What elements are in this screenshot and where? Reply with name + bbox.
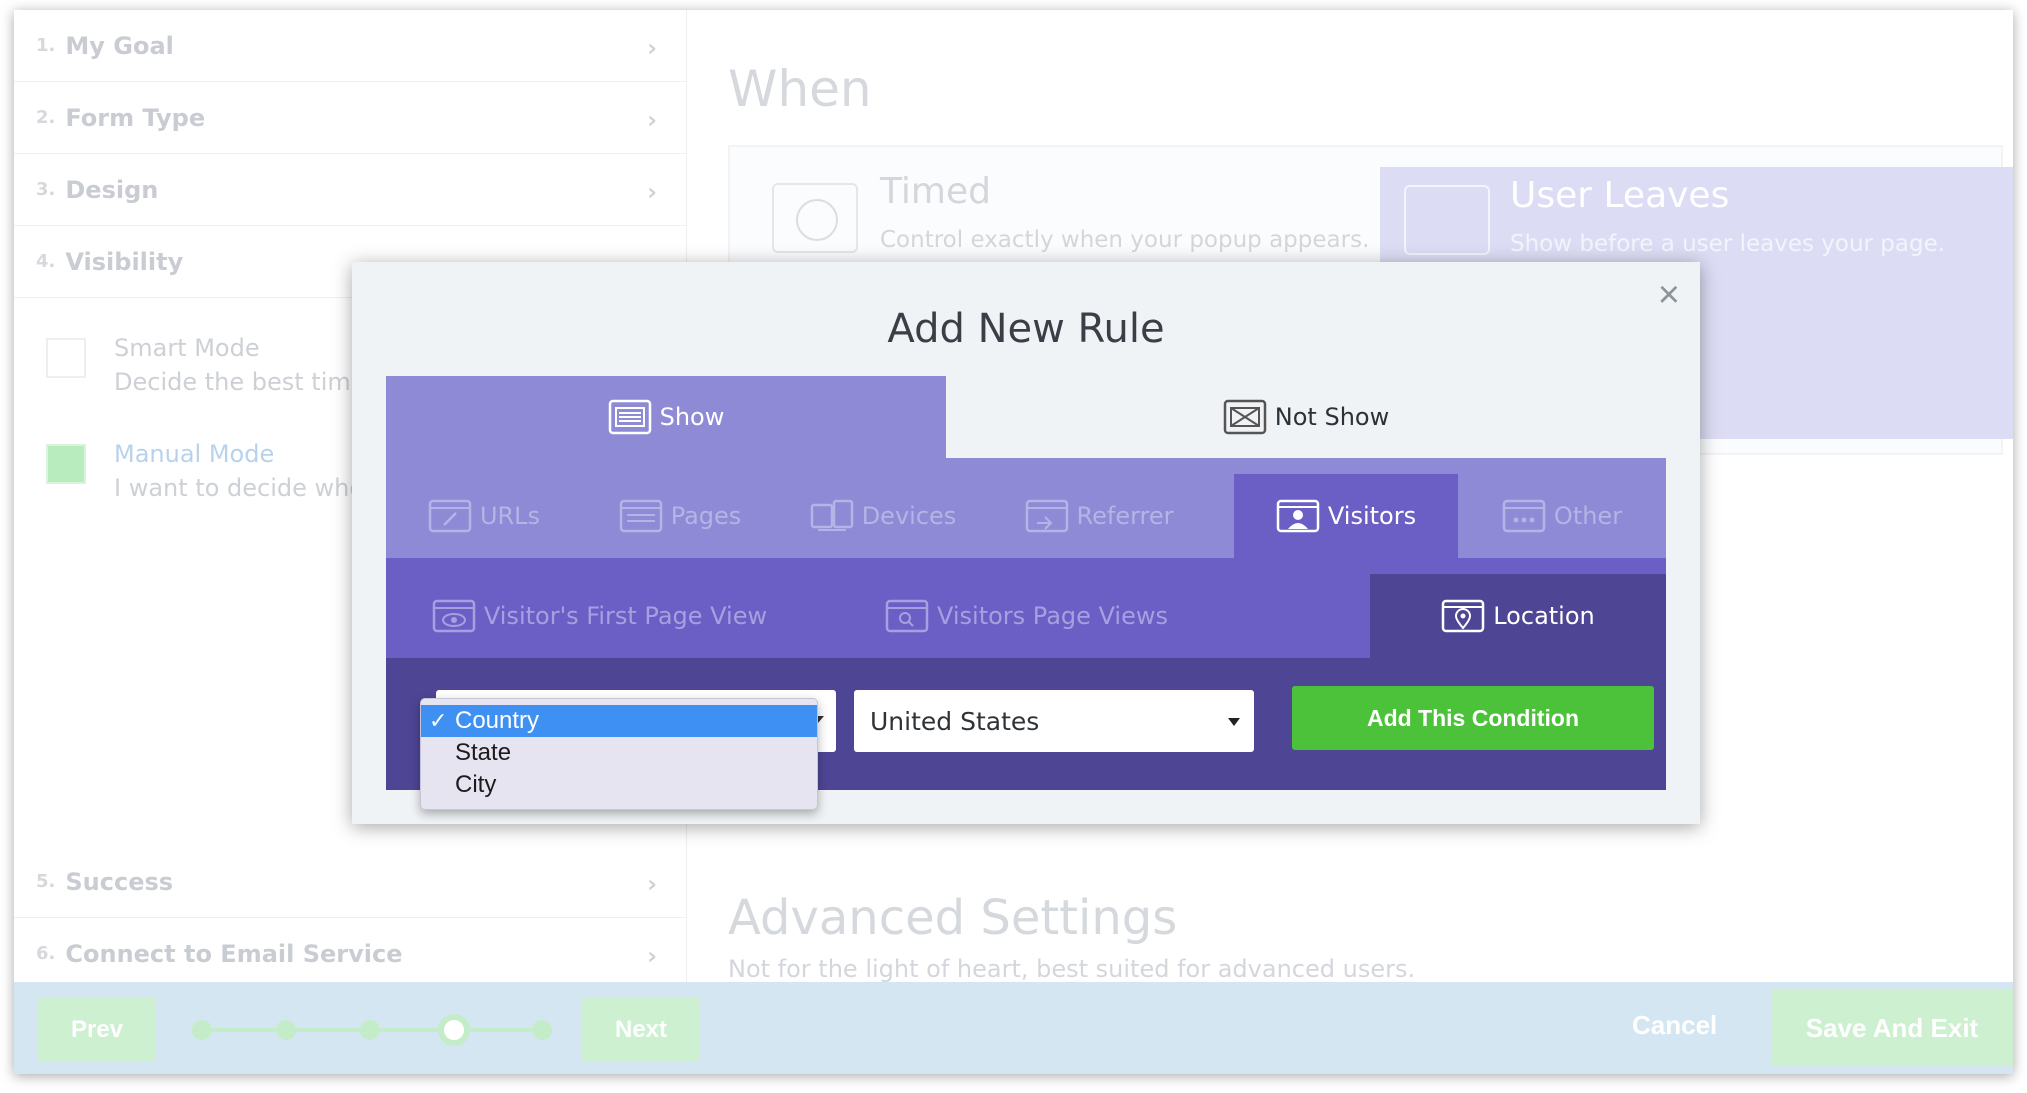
pages-window-icon — [619, 499, 662, 533]
tab-first-page-view[interactable]: Visitor's First Page View — [386, 574, 813, 658]
location-window-icon — [1441, 599, 1485, 633]
show-tabs: Show Not Show — [386, 376, 1666, 458]
visitor-window-icon — [1276, 499, 1320, 533]
dropdown-option-state[interactable]: State — [421, 737, 817, 769]
dots-window-icon — [1502, 499, 1546, 533]
location-type-dropdown: ✓ Country State City — [420, 698, 818, 810]
link-window-icon — [428, 499, 472, 533]
tab-visitors-page-views[interactable]: Visitors Page Views — [813, 574, 1240, 658]
search-window-icon — [885, 599, 929, 633]
devices-icon — [810, 499, 853, 531]
country-select[interactable]: United States — [854, 690, 1254, 752]
category-tabs: URLs Pages Devices Referrer Visitors Oth… — [386, 458, 1666, 558]
referrer-window-icon — [1025, 499, 1068, 533]
dropdown-option-country[interactable]: ✓ Country — [421, 705, 817, 737]
checkmark-icon: ✓ — [429, 708, 448, 733]
tab-show[interactable]: Show — [386, 376, 946, 458]
modal-title: Add New Rule — [887, 306, 1165, 352]
modal-overlay: × Add New Rule Show Not Show URLs Pages … — [14, 10, 2013, 1074]
add-condition-button[interactable]: Add This Condition — [1292, 686, 1654, 750]
app-window: 1. My Goal › 2. Form Type › 3. Design › … — [14, 10, 2013, 1074]
tab-other[interactable]: Other — [1458, 474, 1666, 558]
dropdown-option-city[interactable]: City — [421, 769, 817, 801]
tab-devices[interactable]: Devices — [778, 474, 988, 558]
tab-not-show[interactable]: Not Show — [946, 376, 1666, 458]
caret-down-icon — [1228, 718, 1240, 726]
tab-visitors[interactable]: Visitors — [1234, 474, 1458, 558]
tab-not-show-label: Not Show — [1274, 403, 1390, 431]
tab-referrer[interactable]: Referrer — [988, 474, 1210, 558]
crossed-window-icon — [1223, 399, 1267, 435]
list-window-icon — [608, 399, 651, 435]
tab-location[interactable]: Location — [1370, 574, 1666, 658]
eye-window-icon — [432, 599, 476, 633]
visitor-sub-tabs: Visitor's First Page View Visitors Page … — [386, 558, 1666, 658]
tab-urls[interactable]: URLs — [386, 474, 582, 558]
tab-show-label: Show — [659, 403, 725, 431]
tab-pages[interactable]: Pages — [582, 474, 778, 558]
country-select-value: United States — [870, 706, 1040, 736]
